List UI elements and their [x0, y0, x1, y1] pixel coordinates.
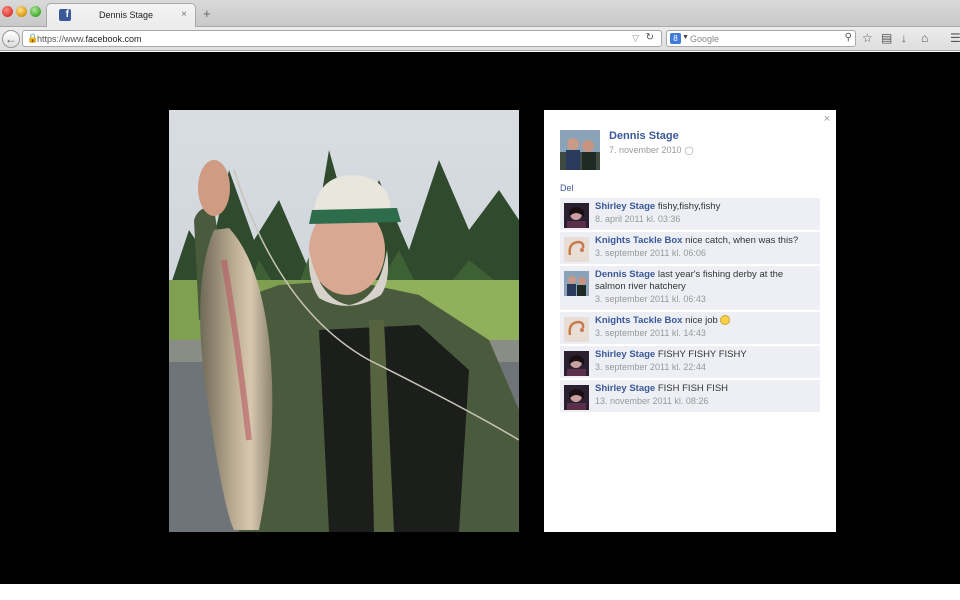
commenter-name[interactable]: Shirley Stage [595, 349, 655, 360]
menu-icon[interactable]: ☰ [950, 32, 960, 45]
commenter-name[interactable]: Dennis Stage [595, 269, 655, 280]
new-tab-button[interactable]: + [203, 7, 211, 20]
post-date-text: 7. november 2010 [609, 145, 682, 155]
commenter-avatar[interactable] [564, 271, 589, 296]
url-text[interactable]: https://www.facebook.com [37, 34, 142, 44]
tab-close-icon[interactable]: × [181, 9, 187, 20]
comment-text: fishy,fishy,fishy [657, 201, 721, 212]
browser-tab[interactable]: f Dennis Stage × [46, 3, 196, 27]
facebook-favicon-icon: f [59, 9, 71, 21]
post-date[interactable]: 7. november 2010 ◯ [609, 145, 694, 155]
address-bar[interactable]: 🔒 https://www.facebook.com ▽ ↻ [22, 30, 662, 47]
comments-list: Shirley Stage fishy,fishy,fishy 8. april… [560, 198, 820, 414]
comment-date[interactable]: 13. november 2011 kl. 08:26 [595, 395, 816, 408]
tab-bar: f Dennis Stage × + [0, 0, 960, 27]
commenter-avatar[interactable] [564, 317, 589, 342]
download-icon[interactable]: ↓ [901, 32, 907, 45]
photo[interactable] [169, 110, 519, 532]
photo-lightbox: × Dennis Stage 7. november 2010 ◯ Del Shi… [0, 52, 960, 584]
share-link[interactable]: Del [560, 183, 574, 193]
close-icon[interactable]: × [824, 113, 830, 125]
comment-text: nice catch, when was this? [685, 235, 799, 246]
commenter-avatar[interactable] [564, 385, 589, 410]
comment-date[interactable]: 8. april 2011 kl. 03:36 [595, 213, 816, 226]
comment-text: FISHY FISHY FISHY [657, 349, 747, 360]
photo-details-panel: × Dennis Stage 7. november 2010 ◯ Del Shi… [544, 110, 836, 532]
page-footer [0, 584, 960, 600]
comment-date[interactable]: 3. september 2011 kl. 14:43 [595, 327, 816, 340]
comment: Knights Tackle Box nice catch, when was … [560, 232, 820, 264]
commenter-avatar[interactable] [564, 203, 589, 228]
post-owner-name[interactable]: Dennis Stage [609, 130, 679, 142]
comment-text: FISH FISH FISH [657, 383, 729, 394]
clipboard-icon[interactable]: ▤ [881, 32, 892, 45]
minimize-window-button[interactable] [16, 6, 27, 17]
comment: Shirley Stage fishy,fishy,fishy 8. april… [560, 198, 820, 230]
search-input[interactable]: Google [690, 34, 719, 44]
comment-date[interactable]: 3. september 2011 kl. 22:44 [595, 361, 816, 374]
search-icon[interactable]: ⚲ [845, 32, 852, 43]
globe-icon: ◯ [684, 146, 694, 155]
commenter-name[interactable]: Knights Tackle Box [595, 315, 682, 326]
comment: Dennis Stage last year's fishing derby a… [560, 266, 820, 310]
comment-date[interactable]: 3. september 2011 kl. 06:43 [595, 293, 816, 306]
commenter-name[interactable]: Knights Tackle Box [595, 235, 682, 246]
owner-avatar[interactable] [560, 130, 600, 170]
search-engine-dropdown-icon[interactable]: ▼ [682, 34, 689, 41]
commenter-name[interactable]: Shirley Stage [595, 383, 655, 394]
search-bar[interactable]: 8 ▼ Google ⚲ [666, 30, 856, 47]
tab-title: Dennis Stage [99, 10, 154, 20]
comment-date[interactable]: 3. september 2011 kl. 06:06 [595, 247, 816, 260]
navigation-bar: ← 🔒 https://www.facebook.com ▽ ↻ 8 ▼ Goo… [0, 27, 960, 51]
comment: Shirley Stage FISH FISH FISH 13. novembe… [560, 380, 820, 412]
google-icon[interactable]: 8 [670, 33, 681, 44]
commenter-avatar[interactable] [564, 351, 589, 376]
reload-icon[interactable]: ↻ [646, 32, 654, 43]
comment: Knights Tackle Box nice job 3. september… [560, 312, 820, 344]
url-prefix: https://www. [37, 34, 86, 44]
back-arrow-icon[interactable]: ← [2, 30, 20, 48]
star-icon[interactable]: ☆ [862, 32, 873, 45]
comment: Shirley Stage FISHY FISHY FISHY 3. septe… [560, 346, 820, 378]
smiley-emoticon-icon [719, 315, 730, 325]
url-domain: facebook.com [85, 34, 142, 44]
zoom-window-button[interactable] [30, 6, 41, 17]
comment-text: nice job [685, 315, 718, 326]
history-dropdown-icon[interactable]: ▽ [632, 33, 639, 44]
close-window-button[interactable] [2, 6, 13, 17]
home-icon[interactable]: ⌂ [921, 32, 928, 45]
commenter-name[interactable]: Shirley Stage [595, 201, 655, 212]
commenter-avatar[interactable] [564, 237, 589, 262]
